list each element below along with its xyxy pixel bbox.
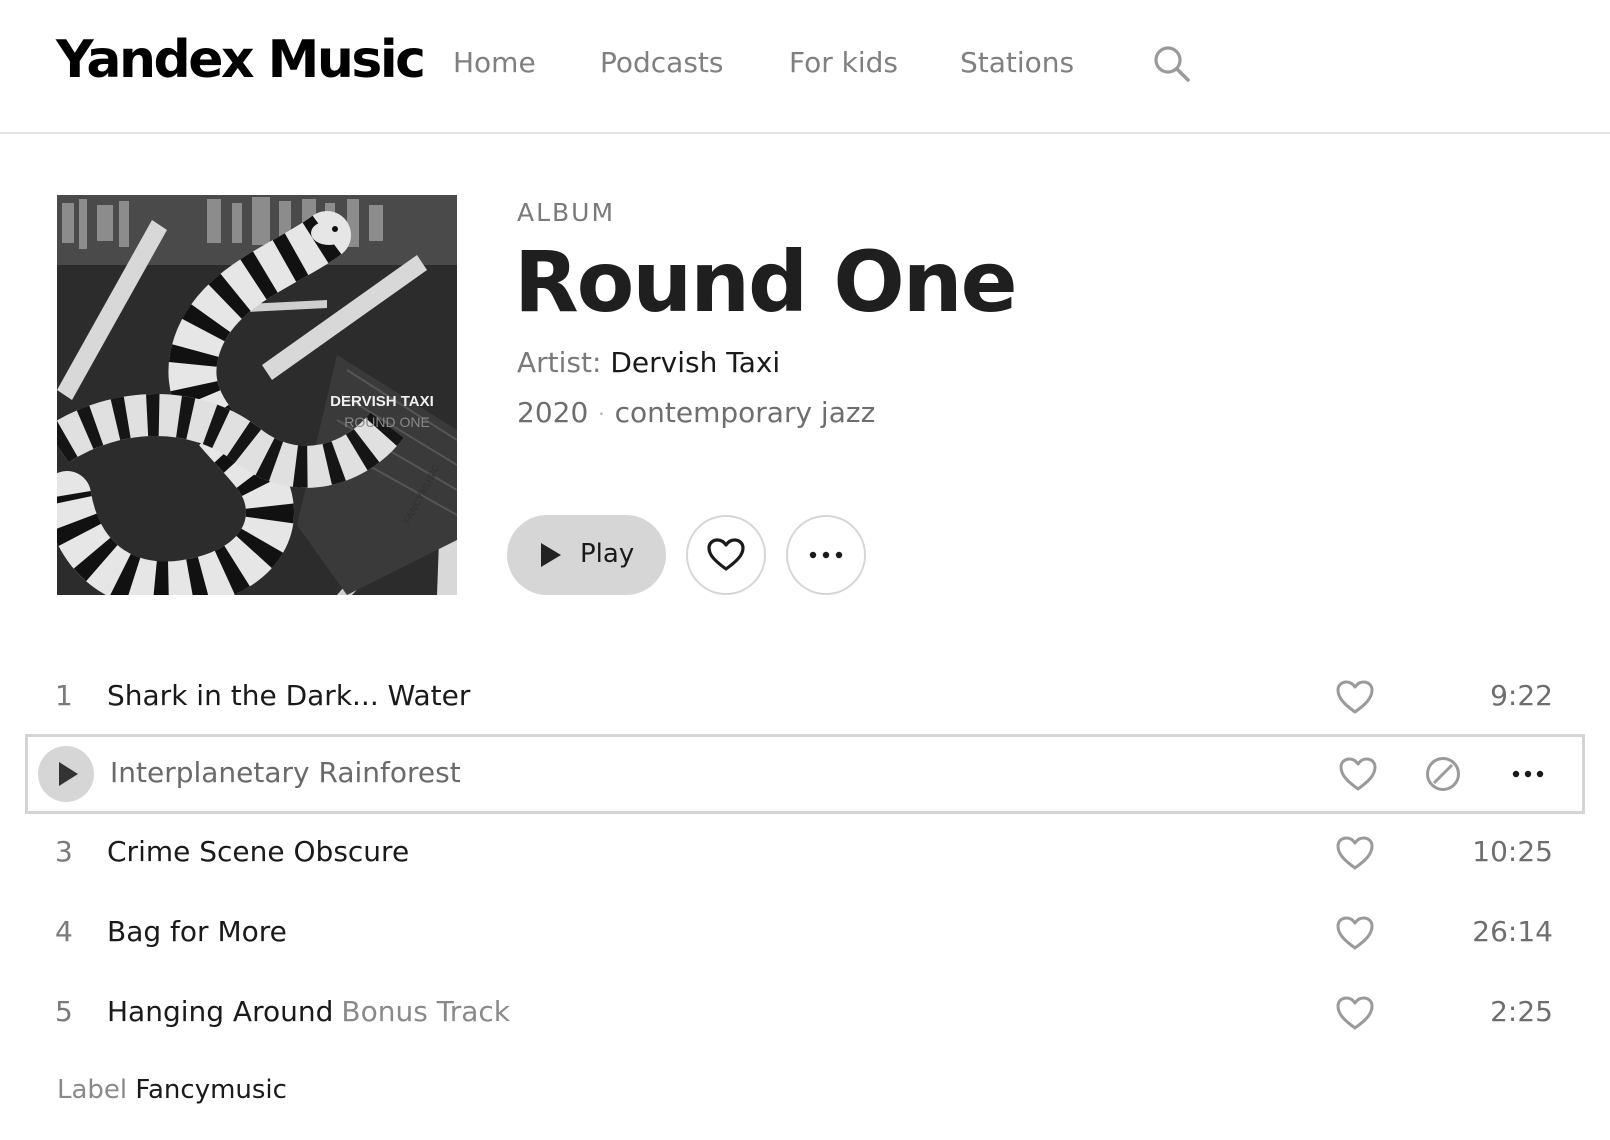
track-play-button[interactable] <box>38 746 94 802</box>
track-version: Bonus Track <box>341 995 510 1028</box>
album-cover[interactable]: DERVISH TAXI ROUND ONE FANCYMUSIC <box>57 195 457 595</box>
artist-link[interactable]: Dervish Taxi <box>610 346 780 379</box>
label-prefix: Label <box>57 1075 128 1105</box>
cover-album-text: ROUND ONE <box>344 414 430 430</box>
track-title-text: Crime Scene Obscure <box>107 835 410 868</box>
track-title: Interplanetary Rainforest <box>110 756 461 789</box>
album-meta: 2020 · contemporary jazz <box>517 396 875 429</box>
track-title-text: Shark in the Dark... Water <box>107 679 471 712</box>
track-title-text: Hanging Around <box>107 995 334 1028</box>
meta-separator-dot: · <box>598 402 605 426</box>
track-row[interactable]: 5 Hanging Around Bonus Track 2:25 <box>25 973 1585 1053</box>
track-row[interactable]: 4 Bag for More 26:14 <box>25 893 1585 973</box>
track-title: Shark in the Dark... Water <box>107 679 478 712</box>
nav-for-kids[interactable]: For kids <box>789 46 898 79</box>
more-options-button[interactable] <box>786 515 866 595</box>
track-heart-icon[interactable] <box>1338 754 1378 794</box>
track-duration: 26:14 <box>1472 915 1553 948</box>
more-dots-icon <box>809 551 843 559</box>
nav-stations[interactable]: Stations <box>960 46 1074 79</box>
track-heart-icon[interactable] <box>1335 833 1375 873</box>
track-heart-icon[interactable] <box>1335 677 1375 717</box>
track-more-icon[interactable] <box>1508 754 1548 794</box>
album-genre[interactable]: contemporary jazz <box>615 396 876 429</box>
track-duration: 10:25 <box>1472 835 1553 868</box>
track-title: Bag for More <box>107 915 287 948</box>
album-title: Round One <box>514 233 1018 331</box>
play-album-button[interactable]: Play <box>507 515 666 595</box>
record-label-link[interactable]: Fancymusic <box>135 1075 287 1105</box>
track-number: 5 <box>55 995 73 1028</box>
artist-row: Artist: Dervish Taxi <box>517 346 780 379</box>
yandex-music-logo[interactable]: Yandex Music <box>56 30 426 90</box>
track-heart-icon[interactable] <box>1335 913 1375 953</box>
nav-podcasts[interactable]: Podcasts <box>600 46 724 79</box>
track-duration: 9:22 <box>1490 679 1553 712</box>
nav-home[interactable]: Home <box>453 46 536 79</box>
like-album-button[interactable] <box>686 515 766 595</box>
track-number: 3 <box>55 835 73 868</box>
track-title-text: Bag for More <box>107 915 287 948</box>
search-icon[interactable] <box>1152 44 1192 84</box>
album-type-label: ALBUM <box>517 198 616 227</box>
track-row-hovered[interactable]: Interplanetary Rainforest <box>25 734 1585 814</box>
track-number: 4 <box>55 915 73 948</box>
album-year: 2020 <box>517 396 589 429</box>
cover-artist-text: DERVISH TAXI <box>330 393 434 410</box>
play-button-label: Play <box>580 539 635 569</box>
track-row[interactable]: 1 Shark in the Dark... Water 9:22 <box>25 657 1585 737</box>
artist-prefix: Artist: <box>517 346 602 379</box>
dislike-icon[interactable] <box>1423 754 1463 794</box>
record-label-row: Label Fancymusic <box>57 1075 287 1105</box>
play-icon <box>59 762 78 786</box>
play-icon <box>541 543 561 567</box>
top-header: Yandex Music Home Podcasts For kids Stat… <box>0 0 1610 134</box>
heart-icon <box>707 538 745 571</box>
track-number: 1 <box>55 679 73 712</box>
track-row[interactable]: 3 Crime Scene Obscure 10:25 <box>25 813 1585 893</box>
track-title: Hanging Around Bonus Track <box>107 995 510 1028</box>
track-title: Crime Scene Obscure <box>107 835 409 868</box>
track-title-text: Interplanetary Rainforest <box>110 756 461 789</box>
track-heart-icon[interactable] <box>1335 993 1375 1033</box>
track-duration: 2:25 <box>1490 995 1553 1028</box>
